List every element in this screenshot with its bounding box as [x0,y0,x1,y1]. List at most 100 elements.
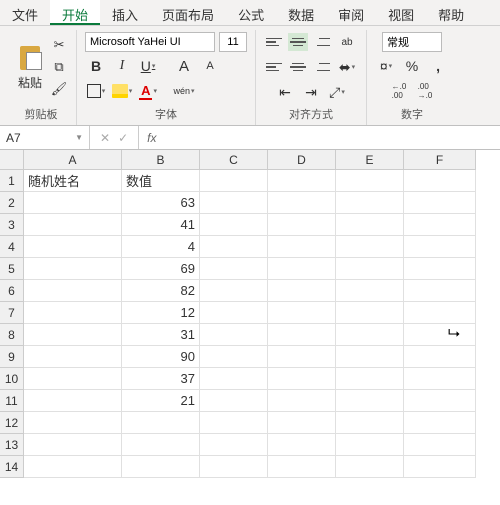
cell-F2[interactable] [404,192,476,214]
font-size-select[interactable] [219,32,247,52]
cell-D3[interactable] [268,214,336,236]
cell-E6[interactable] [336,280,404,302]
cell-F3[interactable] [404,214,476,236]
cell-D6[interactable] [268,280,336,302]
cell-C9[interactable] [200,346,268,368]
cell-D2[interactable] [268,192,336,214]
cell-D12[interactable] [268,412,336,434]
cell-D8[interactable] [268,324,336,346]
cell-F5[interactable] [404,258,476,280]
cell-F7[interactable] [404,302,476,324]
tab-pagelayout[interactable]: 页面布局 [150,0,226,25]
fill-color-button[interactable] [111,80,133,102]
cell-A13[interactable] [24,434,122,456]
decrease-decimal-button[interactable]: .00→.0 [414,80,436,102]
cell-B5[interactable]: 69 [122,258,200,280]
cell-B8[interactable]: 31 [122,324,200,346]
tab-file[interactable]: 文件 [0,0,50,25]
tab-help[interactable]: 帮助 [426,0,476,25]
number-format-select[interactable] [382,32,442,52]
format-painter-button[interactable]: 🖌 [50,80,68,98]
cell-D10[interactable] [268,368,336,390]
row-header[interactable]: 6 [0,280,24,302]
cell-C8[interactable] [200,324,268,346]
col-header[interactable]: D [268,150,336,170]
align-center-button[interactable] [288,58,308,76]
cell-A7[interactable] [24,302,122,324]
copy-button[interactable]: ⧉ [50,58,68,76]
phonetic-button[interactable]: wén [173,80,195,102]
cell-F9[interactable] [404,346,476,368]
row-header[interactable]: 9 [0,346,24,368]
cell-E14[interactable] [336,456,404,478]
currency-button[interactable]: ¤ [375,55,397,77]
wrap-text-button[interactable]: ab [336,31,358,53]
font-color-button[interactable]: A [137,80,159,102]
comma-button[interactable]: , [427,55,449,77]
row-header[interactable]: 8 [0,324,24,346]
cell-C1[interactable] [200,170,268,192]
percent-button[interactable]: % [401,55,423,77]
fx-label[interactable]: fx [139,126,164,149]
cell-A3[interactable] [24,214,122,236]
cell-C11[interactable] [200,390,268,412]
cell-B4[interactable]: 4 [122,236,200,258]
border-button[interactable] [85,80,107,102]
cell-A1[interactable]: 随机姓名 [24,170,122,192]
row-header[interactable]: 3 [0,214,24,236]
align-top-button[interactable] [264,33,284,51]
cell-B11[interactable]: 21 [122,390,200,412]
increase-decimal-button[interactable]: ←.0.00 [388,80,410,102]
cell-A8[interactable] [24,324,122,346]
paste-button[interactable]: 粘贴 [14,42,46,93]
cell-A6[interactable] [24,280,122,302]
cell-F14[interactable] [404,456,476,478]
col-header[interactable]: B [122,150,200,170]
cell-D7[interactable] [268,302,336,324]
cell-F6[interactable] [404,280,476,302]
row-header[interactable]: 2 [0,192,24,214]
cell-C2[interactable] [200,192,268,214]
cell-A10[interactable] [24,368,122,390]
align-left-button[interactable] [264,58,284,76]
row-header[interactable]: 13 [0,434,24,456]
row-header[interactable]: 11 [0,390,24,412]
tab-review[interactable]: 审阅 [326,0,376,25]
font-name-select[interactable] [85,32,215,52]
cell-B3[interactable]: 41 [122,214,200,236]
row-header[interactable]: 12 [0,412,24,434]
cell-B6[interactable]: 82 [122,280,200,302]
row-header[interactable]: 1 [0,170,24,192]
cell-B9[interactable]: 90 [122,346,200,368]
cell-D4[interactable] [268,236,336,258]
cell-A2[interactable] [24,192,122,214]
cell-E3[interactable] [336,214,404,236]
tab-data[interactable]: 数据 [276,0,326,25]
cell-E1[interactable] [336,170,404,192]
cell-F8[interactable] [404,324,476,346]
cell-C3[interactable] [200,214,268,236]
cell-C13[interactable] [200,434,268,456]
cell-D9[interactable] [268,346,336,368]
cell-C4[interactable] [200,236,268,258]
cell-C12[interactable] [200,412,268,434]
col-header[interactable]: F [404,150,476,170]
cell-A9[interactable] [24,346,122,368]
row-header[interactable]: 14 [0,456,24,478]
cell-B10[interactable]: 37 [122,368,200,390]
row-header[interactable]: 5 [0,258,24,280]
indent-increase-button[interactable]: ⇥ [300,81,322,103]
grow-font-button[interactable]: A [173,55,195,77]
col-header[interactable]: E [336,150,404,170]
accept-formula-icon[interactable]: ✓ [118,131,128,145]
cell-D14[interactable] [268,456,336,478]
cell-E5[interactable] [336,258,404,280]
cell-B14[interactable] [122,456,200,478]
cell-E7[interactable] [336,302,404,324]
align-right-button[interactable] [312,58,332,76]
tab-insert[interactable]: 插入 [100,0,150,25]
tab-view[interactable]: 视图 [376,0,426,25]
cell-F4[interactable] [404,236,476,258]
cell-F10[interactable] [404,368,476,390]
cell-C5[interactable] [200,258,268,280]
